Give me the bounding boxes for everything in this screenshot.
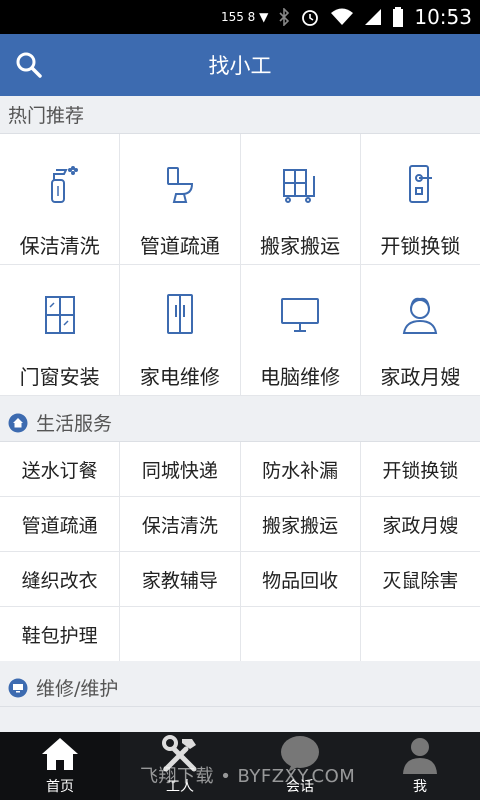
hot-item-label: 保洁清洗 xyxy=(19,234,100,258)
hot-item-computer[interactable]: 电脑维修 xyxy=(240,265,360,395)
user-icon xyxy=(400,732,440,776)
hot-section-title: 热门推荐 xyxy=(8,105,85,127)
empty-cell xyxy=(240,607,360,661)
repair-section-title: 维修/维护 xyxy=(36,678,119,700)
life-item[interactable]: 开锁换锁 xyxy=(360,442,480,496)
life-grid: 送水订餐 同城快递 防水补漏 开锁换锁 管道疏通 保洁清洗 搬家搬运 家政月嫂 … xyxy=(0,442,480,661)
life-section-title: 生活服务 xyxy=(36,413,113,435)
tab-chat[interactable]: 会话 xyxy=(240,732,360,800)
tab-workers[interactable]: 工人 xyxy=(120,732,240,800)
life-item[interactable]: 鞋包护理 xyxy=(0,607,120,661)
spray-bottle-icon xyxy=(36,160,84,208)
life-item[interactable]: 防水补漏 xyxy=(240,442,360,496)
battery-icon xyxy=(392,7,404,27)
life-item[interactable]: 搬家搬运 xyxy=(240,497,360,551)
hot-item-label: 管道疏通 xyxy=(139,234,220,258)
search-icon xyxy=(16,52,42,78)
door-lock-icon xyxy=(396,160,444,208)
hot-grid: 保洁清洗 管道疏通 搬家搬运 开锁换锁 门窗安装 家电维修 电脑维修 家政月嫂 xyxy=(0,134,480,396)
page-title: 找小工 xyxy=(208,54,272,78)
hot-item-label: 搬家搬运 xyxy=(260,234,341,258)
bottom-tab-bar: 首页 工人 会话 我 xyxy=(0,732,480,800)
tab-me[interactable]: 我 xyxy=(360,732,480,800)
life-item[interactable]: 送水订餐 xyxy=(0,442,120,496)
refrigerator-icon xyxy=(156,291,204,339)
hot-item-cleaning[interactable]: 保洁清洗 xyxy=(0,134,120,264)
life-item[interactable]: 保洁清洗 xyxy=(120,497,240,551)
monitor-small-icon xyxy=(8,678,28,698)
tab-home[interactable]: 首页 xyxy=(0,732,120,800)
hot-item-pipe[interactable]: 管道疏通 xyxy=(120,134,240,264)
bluetooth-icon xyxy=(278,8,290,26)
section-gap xyxy=(0,396,480,404)
hot-item-appliance[interactable]: 家电维修 xyxy=(120,265,240,395)
empty-cell xyxy=(360,607,480,661)
life-item[interactable]: 家政月嫂 xyxy=(360,497,480,551)
hot-item-label: 电脑维修 xyxy=(260,365,341,389)
empty-cell xyxy=(120,607,240,661)
home-icon xyxy=(8,413,28,433)
search-button[interactable] xyxy=(0,34,58,96)
life-item[interactable]: 物品回收 xyxy=(240,552,360,606)
hot-item-moving[interactable]: 搬家搬运 xyxy=(240,134,360,264)
repair-section-header: 维修/维护 xyxy=(0,669,480,707)
tools-icon xyxy=(160,732,200,776)
hot-item-lock[interactable]: 开锁换锁 xyxy=(360,134,480,264)
life-item[interactable]: 缝织改衣 xyxy=(0,552,120,606)
app-bar: 找小工 xyxy=(0,34,480,96)
status-bar: 155 8 ▼ 10:53 xyxy=(0,0,480,34)
cell-signal-icon xyxy=(364,8,382,26)
hot-item-label: 开锁换锁 xyxy=(380,234,461,258)
hot-section-header: 热门推荐 xyxy=(0,96,480,134)
hot-item-housekeeping[interactable]: 家政月嫂 xyxy=(360,265,480,395)
hot-item-label: 门窗安装 xyxy=(19,365,100,389)
home-tab-icon xyxy=(40,732,80,776)
wifi-icon xyxy=(330,8,354,26)
life-item[interactable]: 家教辅导 xyxy=(120,552,240,606)
life-item[interactable]: 管道疏通 xyxy=(0,497,120,551)
monitor-icon xyxy=(276,291,324,339)
life-item[interactable]: 灭鼠除害 xyxy=(360,552,480,606)
toilet-icon xyxy=(156,160,204,208)
housekeeper-icon xyxy=(396,291,444,339)
network-speed: 155 8 ▼ xyxy=(220,10,269,24)
section-gap xyxy=(0,661,480,669)
tab-label: 会话 xyxy=(286,779,314,795)
window-icon xyxy=(36,291,84,339)
life-section-header: 生活服务 xyxy=(0,404,480,442)
hot-item-window[interactable]: 门窗安装 xyxy=(0,265,120,395)
hot-item-label: 家政月嫂 xyxy=(380,365,461,389)
chat-bubble-icon xyxy=(278,732,322,776)
life-item[interactable]: 同城快递 xyxy=(120,442,240,496)
hot-item-label: 家电维修 xyxy=(139,365,220,389)
tab-label: 工人 xyxy=(166,779,194,795)
tab-label: 首页 xyxy=(46,779,74,795)
alarm-icon xyxy=(300,7,320,27)
clock: 10:53 xyxy=(414,5,472,29)
tab-label: 我 xyxy=(413,779,427,795)
moving-cart-icon xyxy=(276,160,324,208)
